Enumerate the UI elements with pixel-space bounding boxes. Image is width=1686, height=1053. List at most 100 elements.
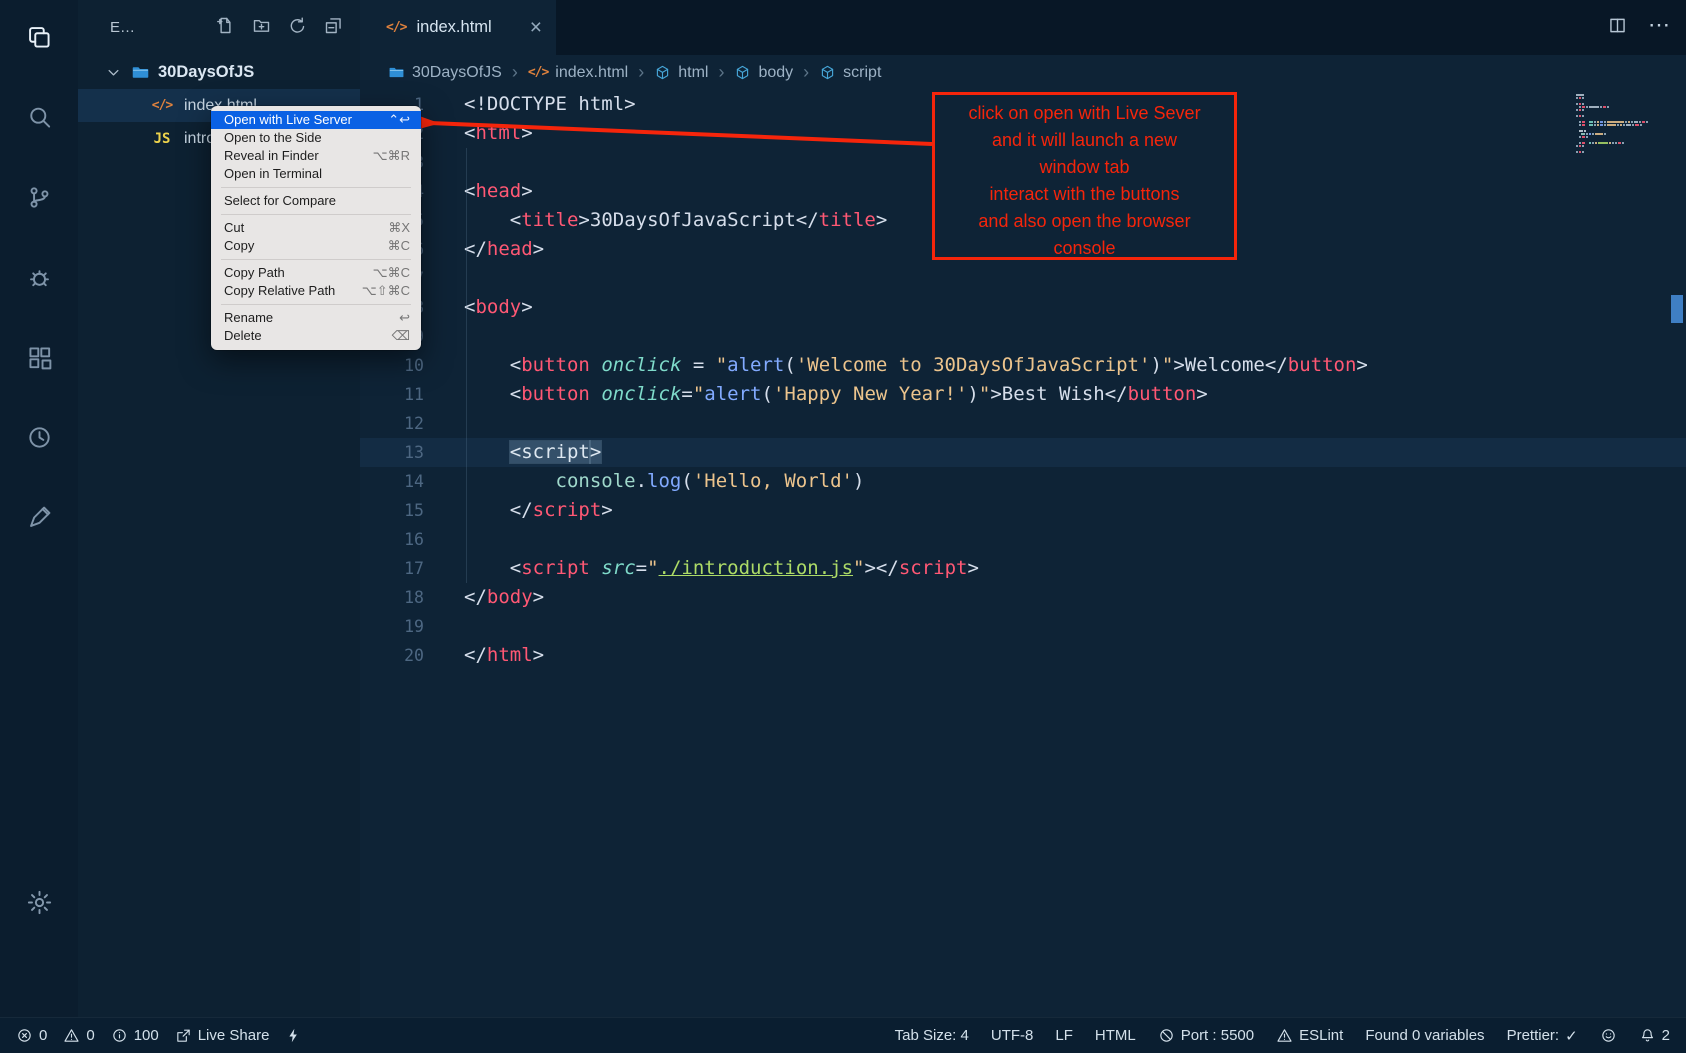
indent-guide: [466, 148, 467, 583]
js-file-icon: JS: [150, 131, 174, 147]
status-text: Prettier:: [1507, 1027, 1560, 1044]
code-line-11[interactable]: 11 <button onclick="alert('Happy New Yea…: [360, 380, 1686, 409]
breadcrumb-separator: ›: [718, 62, 724, 83]
menu-item-shortcut: ⌘C: [388, 237, 410, 255]
line-number: 20: [360, 641, 424, 670]
code-line-12[interactable]: 12: [360, 409, 1686, 438]
menu-item-copy-path[interactable]: Copy Path⌥⌘C: [211, 264, 421, 282]
editor-region[interactable]: 1<!DOCTYPE html>2<html>34<head>5 <title>…: [360, 90, 1686, 1017]
menu-item-open-in-terminal[interactable]: Open in Terminal: [211, 165, 421, 183]
activity-item-run-debug[interactable]: [16, 254, 62, 300]
explorer-header: E…: [78, 0, 360, 55]
search-icon: [25, 103, 54, 132]
status-live-share[interactable]: Live Share: [175, 1027, 270, 1044]
code-line-15[interactable]: 15 </script>: [360, 496, 1686, 525]
minimap-line: [1576, 94, 1664, 96]
menu-item-reveal-in-finder[interactable]: Reveal in Finder ⌥⌘R: [211, 147, 421, 165]
menu-item-copy-relative-path[interactable]: Copy Relative Path⌥⇧⌘C: [211, 282, 421, 300]
activity-bar: [0, 0, 78, 1017]
code-line-20[interactable]: 20</html>: [360, 641, 1686, 670]
menu-item-open-to-the-side[interactable]: Open to the Side: [211, 129, 421, 147]
status-language-mode[interactable]: HTML: [1095, 1027, 1136, 1044]
breadcrumb-item-index-html[interactable]: </>index.html: [528, 64, 628, 82]
status-live-server-bolt[interactable]: [285, 1027, 302, 1044]
code-line-10[interactable]: 10 <button onclick = "alert('Welcome to …: [360, 351, 1686, 380]
status-eol[interactable]: LF: [1055, 1027, 1073, 1044]
line-number: 15: [360, 496, 424, 525]
line-content: </html>: [424, 641, 544, 670]
status-errors[interactable]: 0: [16, 1027, 47, 1044]
settings-button[interactable]: [0, 888, 78, 917]
minimap-line: [1576, 106, 1664, 108]
status-info[interactable]: 100: [111, 1027, 159, 1044]
code-line-19[interactable]: 19: [360, 612, 1686, 641]
menu-item-cut[interactable]: Cut⌘X: [211, 219, 421, 237]
annotation-line: interact with the buttons: [935, 181, 1234, 208]
breadcrumb-item-html[interactable]: html: [654, 64, 708, 82]
minimap-line: [1576, 124, 1664, 126]
code-line-13[interactable]: 13 <script>: [360, 438, 1686, 467]
menu-item-copy[interactable]: Copy⌘C: [211, 237, 421, 255]
status-warnings[interactable]: 0: [63, 1027, 94, 1044]
code-line-16[interactable]: 16: [360, 525, 1686, 554]
menu-separator: [221, 214, 411, 215]
refresh-button[interactable]: [287, 15, 308, 41]
breadcrumb-item-script[interactable]: script: [819, 64, 881, 82]
breadcrumb-item-body[interactable]: body: [734, 64, 793, 82]
menu-item-rename[interactable]: Rename↩: [211, 309, 421, 327]
code-line-7[interactable]: 7: [360, 264, 1686, 293]
status-variables[interactable]: Found 0 variables: [1365, 1027, 1484, 1044]
folder-row-30daysofjs[interactable]: 30DaysOfJS: [78, 55, 360, 89]
activity-item-source-control[interactable]: [16, 174, 62, 220]
menu-item-delete[interactable]: Delete⌫: [211, 327, 421, 345]
breadcrumb-item-30daysofjs[interactable]: 30DaysOfJS: [388, 64, 502, 82]
status-tab-size[interactable]: Tab Size: 4: [895, 1027, 969, 1044]
line-content: <head>: [424, 177, 533, 206]
line-content: [424, 264, 464, 293]
code-line-9[interactable]: 9: [360, 322, 1686, 351]
status-text: UTF-8: [991, 1027, 1034, 1044]
status-feedback[interactable]: [1600, 1027, 1617, 1044]
share-icon: [175, 1027, 192, 1044]
status-notifications[interactable]: 2: [1639, 1027, 1670, 1044]
status-port[interactable]: Port : 5500: [1158, 1027, 1254, 1044]
code-line-8[interactable]: 8<body>: [360, 293, 1686, 322]
menu-item-label: Copy Relative Path: [224, 282, 335, 300]
line-number: 19: [360, 612, 424, 641]
split-editor-button[interactable]: [1607, 15, 1628, 41]
menu-item-open-with-live-server[interactable]: Open with Live Server⌃↩: [211, 111, 421, 129]
menu-item-label: Reveal in Finder: [224, 147, 319, 165]
tab-index-html[interactable]: </> index.html ×: [360, 0, 556, 55]
bolt-icon: [285, 1027, 302, 1044]
status-encoding[interactable]: UTF-8: [991, 1027, 1034, 1044]
code-line-17[interactable]: 17 <script src="./introduction.js"></scr…: [360, 554, 1686, 583]
minimap-line: [1576, 97, 1664, 99]
activity-item-history[interactable]: [16, 414, 62, 460]
breadcrumb: 30DaysOfJS›</>index.html›html›body›scrip…: [360, 55, 1686, 90]
code-line-14[interactable]: 14 console.log('Hello, World'): [360, 467, 1686, 496]
new-folder-button[interactable]: [251, 15, 272, 41]
breadcrumb-separator: ›: [803, 62, 809, 83]
annotation-line: and also open the browser: [935, 208, 1234, 235]
new-file-button[interactable]: [215, 15, 236, 41]
activity-item-explorer[interactable]: [16, 14, 62, 60]
menu-item-label: Open with Live Server: [224, 111, 352, 129]
more-actions-button[interactable]: ⋯: [1648, 19, 1670, 37]
minimap[interactable]: [1576, 94, 1664, 154]
status-prettier[interactable]: Prettier:✓: [1507, 1027, 1578, 1045]
line-content: [424, 148, 464, 177]
activity-item-edit-session[interactable]: [16, 494, 62, 540]
tab-close-button[interactable]: ×: [530, 17, 542, 38]
activity-item-search[interactable]: [16, 94, 62, 140]
menu-item-shortcut: ⌫: [392, 327, 410, 345]
minimap-line: [1576, 142, 1664, 144]
collapse-folders-button[interactable]: [323, 15, 344, 41]
status-eslint[interactable]: ESLint: [1276, 1027, 1343, 1044]
code-line-18[interactable]: 18</body>: [360, 583, 1686, 612]
new-file-icon: [215, 15, 236, 36]
menu-separator: [221, 187, 411, 188]
menu-item-label: Open in Terminal: [224, 165, 322, 183]
activity-item-extensions[interactable]: [16, 334, 62, 380]
menu-item-shortcut: ⌥⌘R: [373, 147, 410, 165]
menu-item-select-for-compare[interactable]: Select for Compare: [211, 192, 421, 210]
